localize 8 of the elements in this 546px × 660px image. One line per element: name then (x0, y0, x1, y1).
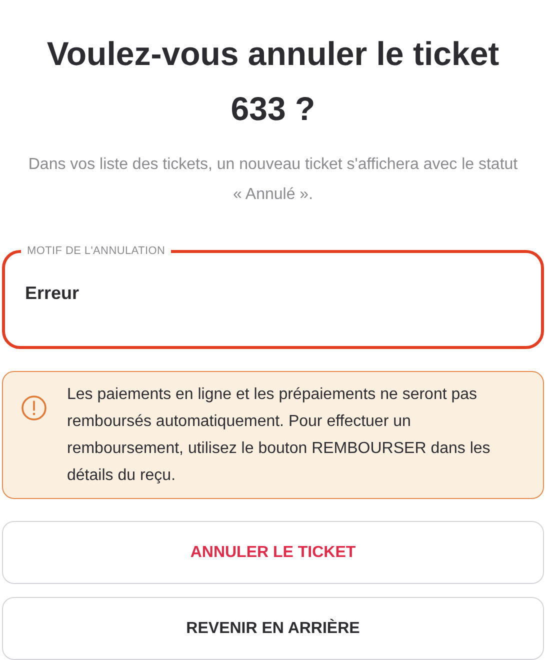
dialog-title: Voulez-vous annuler le ticket 633 ? (46, 34, 500, 129)
back-button[interactable]: REVENIR EN ARRIÈRE (2, 597, 544, 660)
cancel-ticket-button[interactable]: ANNULER LE TICKET (2, 521, 544, 584)
field-label: MOTIF DE L'ANNULATION (21, 245, 172, 257)
dialog-subtitle: Dans vos liste des tickets, un nouveau ticket s'affichera avec le statut « Annulé ». (27, 155, 519, 205)
exclamation-circle-icon (21, 395, 47, 421)
field-value: Erreur (25, 283, 80, 303)
alert-text: Les paiements en ligne et les prépaiements ne seront pas remboursés automatiquement. Pour effectuer un remboursement, utilisez le bouton REMBOURSER dans les détails du reçu. (67, 385, 492, 486)
